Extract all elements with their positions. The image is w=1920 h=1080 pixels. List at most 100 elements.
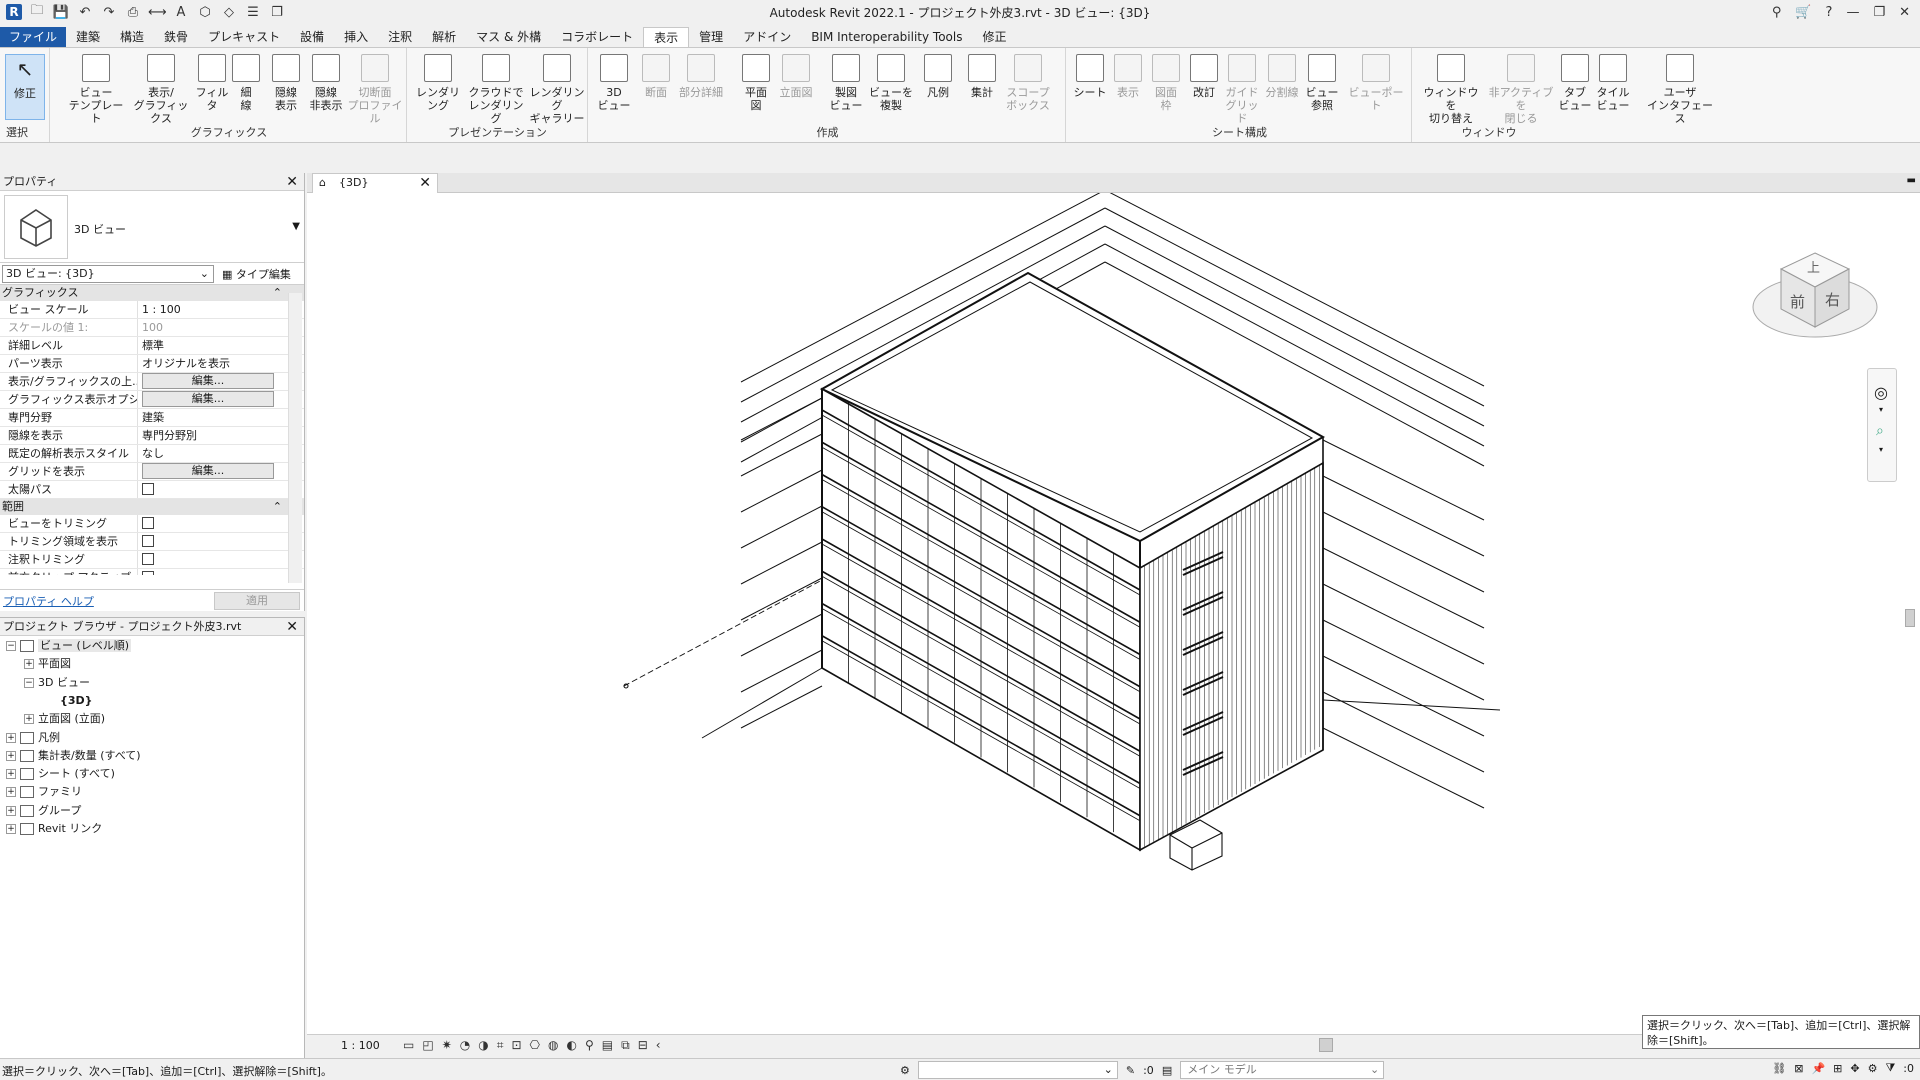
horizontal-scrollbar-thumb[interactable] xyxy=(1319,1038,1333,1052)
property-value[interactable] xyxy=(138,515,274,532)
property-row[interactable]: 隠線を表示 専門分野別 xyxy=(0,427,304,445)
minimize-icon[interactable]: — xyxy=(1846,5,1859,20)
viewcube-front-label[interactable]: 前 xyxy=(1790,291,1805,312)
3d-view-button[interactable]: 3D ビュー xyxy=(594,54,634,112)
save-icon[interactable]: 💾 xyxy=(52,5,70,20)
schedules-button[interactable]: 集計 xyxy=(962,54,1002,99)
chevron-down-icon[interactable]: ▾ xyxy=(1879,405,1883,414)
select-by-face-icon[interactable]: ⊞ xyxy=(1833,1062,1842,1075)
property-value[interactable] xyxy=(138,533,274,550)
tab-insert[interactable]: 挿入 xyxy=(334,27,378,47)
property-value[interactable]: 編集... xyxy=(138,463,274,480)
user-interface-button[interactable]: ユーザ インタフェース xyxy=(1646,54,1714,125)
view-reference-button[interactable]: ビュー 参照 xyxy=(1302,54,1342,112)
view-scale[interactable]: 1 : 100 xyxy=(341,1039,380,1052)
tab-views-button[interactable]: タブ ビュー xyxy=(1558,54,1592,112)
switch-windows-icon[interactable]: ❐ xyxy=(268,5,286,20)
viewcube-right-label[interactable]: 右 xyxy=(1825,289,1840,310)
tree-item[interactable]: + 集計表/数量 (すべて) xyxy=(6,748,141,764)
place-view-button[interactable]: 表示 xyxy=(1108,54,1148,99)
worksets-icon[interactable]: ⚙ xyxy=(900,1064,910,1077)
property-row[interactable]: トリミング領域を表示 xyxy=(0,533,304,551)
tab-massing[interactable]: マス & 外構 xyxy=(466,27,551,47)
tree-item[interactable]: + ファミリ xyxy=(6,784,82,800)
collapse-bar-icon[interactable]: ‹ xyxy=(656,1038,661,1053)
tree-item[interactable]: + Revit リンク xyxy=(6,821,102,837)
tile-views-button[interactable]: タイル ビュー xyxy=(1596,54,1630,112)
unlock-3d-icon[interactable]: ⎔ xyxy=(530,1038,540,1053)
tab-analyze[interactable]: 解析 xyxy=(422,27,466,47)
property-row[interactable]: 注釈トリミング xyxy=(0,551,304,569)
chevron-down-icon[interactable]: ▾ xyxy=(1879,445,1883,454)
property-value[interactable]: 1 : 100 xyxy=(138,301,274,318)
view-cube[interactable]: 上 前 右 xyxy=(1745,245,1885,355)
property-row[interactable]: ビュー スケール 1 : 100 xyxy=(0,301,304,319)
drawing-canvas[interactable]: 上 前 右 ◎ ⌕ ▾ ▾ xyxy=(307,193,1920,1034)
close-properties-icon[interactable]: ✕ xyxy=(286,173,298,191)
undo-icon[interactable]: ↶ xyxy=(76,5,94,20)
shadows-icon[interactable]: ◔ xyxy=(460,1038,470,1053)
redo-icon[interactable]: ↷ xyxy=(100,5,118,20)
section-graphics[interactable]: グラフィックス ⌃ xyxy=(0,285,304,301)
switch-windows-button[interactable]: ウィンドウを 切り替え xyxy=(1420,54,1482,125)
tab-menu-icon[interactable]: ▬ xyxy=(1907,175,1916,186)
property-value[interactable]: 編集... xyxy=(138,373,274,390)
tab-modify[interactable]: 修正 xyxy=(972,27,1016,47)
expand-icon[interactable]: + xyxy=(24,659,34,670)
help-icon[interactable]: ? xyxy=(1826,5,1833,20)
viewcube-top-label[interactable]: 上 xyxy=(1807,257,1820,276)
design-option-selector[interactable]: メイン モデル ⌄ xyxy=(1180,1061,1385,1079)
tab-file[interactable]: ファイル xyxy=(0,27,67,47)
edit-button[interactable]: 編集... xyxy=(142,373,274,389)
expand-icon[interactable]: + xyxy=(6,732,16,743)
close-tab-icon[interactable]: ✕ xyxy=(419,174,431,192)
thin-lines-icon[interactable]: ☰ xyxy=(244,5,262,20)
show-crop-icon[interactable]: ⊡ xyxy=(511,1038,521,1053)
show-hidden-lines-button[interactable]: 隠線 表示 xyxy=(266,54,306,112)
collapse-icon[interactable]: − xyxy=(24,677,34,688)
property-row[interactable]: グラフィックス表示オプション編集... xyxy=(0,391,304,409)
worksharing-icon[interactable]: ⚲ xyxy=(585,1038,594,1053)
property-checkbox[interactable] xyxy=(142,483,154,495)
property-row[interactable]: 太陽パス xyxy=(0,481,304,499)
duplicate-view-button[interactable]: ビューを 複製 xyxy=(868,54,914,112)
matchline-button[interactable]: 分割線 xyxy=(1262,54,1302,99)
search-binoculars-icon[interactable]: ⚲ xyxy=(1772,5,1782,20)
select-dropdown[interactable]: 選択 xyxy=(0,124,49,140)
property-value[interactable]: 専門分野別 xyxy=(138,427,274,444)
remove-hidden-lines-button[interactable]: 隠線 非表示 xyxy=(306,54,346,112)
render-icon[interactable]: ◑ xyxy=(478,1038,488,1053)
reveal-hidden-icon[interactable]: ◐ xyxy=(567,1038,577,1053)
tree-item[interactable]: {3D} xyxy=(42,693,92,709)
property-value[interactable] xyxy=(138,569,274,575)
property-value[interactable]: 編集... xyxy=(138,391,274,408)
select-pinned-icon[interactable]: 📌 xyxy=(1811,1062,1825,1075)
property-row[interactable]: 表示/グラフィックスの上... 編集... xyxy=(0,373,304,391)
constraints-icon[interactable]: ⊟ xyxy=(638,1038,648,1053)
callout-button[interactable]: 部分詳細 xyxy=(676,54,726,99)
filter-icon[interactable]: ⧩ xyxy=(1885,1061,1895,1075)
tab-addins[interactable]: アドイン xyxy=(733,27,801,47)
property-checkbox[interactable] xyxy=(142,571,154,575)
instance-selector[interactable]: 3D ビュー: {3D} ⌄ xyxy=(2,265,214,283)
sheet-button[interactable]: シート xyxy=(1070,54,1110,99)
property-checkbox[interactable] xyxy=(142,553,154,565)
measure-icon[interactable]: ⟷ xyxy=(148,5,167,20)
property-row[interactable]: スケールの値 1: 100 xyxy=(0,319,304,337)
cart-icon[interactable]: 🛒 xyxy=(1795,5,1811,20)
collapse-icon[interactable]: − xyxy=(6,641,16,651)
legends-button[interactable]: 凡例 xyxy=(918,54,958,99)
text-icon[interactable]: A xyxy=(172,5,190,20)
property-value[interactable]: 100 xyxy=(138,319,274,336)
tab-architecture[interactable]: 建築 xyxy=(66,27,110,47)
tab-bim-interoperability[interactable]: BIM Interoperability Tools xyxy=(801,27,972,47)
scope-box-button[interactable]: スコープ ボックス xyxy=(1004,54,1052,112)
property-value[interactable]: なし xyxy=(138,445,274,462)
title-block-button[interactable]: 図面 枠 xyxy=(1146,54,1186,112)
detail-level-icon[interactable]: ▭ xyxy=(403,1038,414,1053)
tree-item[interactable]: + 立面図 (立面) xyxy=(24,711,105,727)
drag-elements-icon[interactable]: ✥ xyxy=(1850,1062,1859,1075)
property-checkbox[interactable] xyxy=(142,535,154,547)
app-logo[interactable]: R xyxy=(6,4,22,20)
3d-view-icon[interactable]: ⬡ xyxy=(196,5,214,20)
